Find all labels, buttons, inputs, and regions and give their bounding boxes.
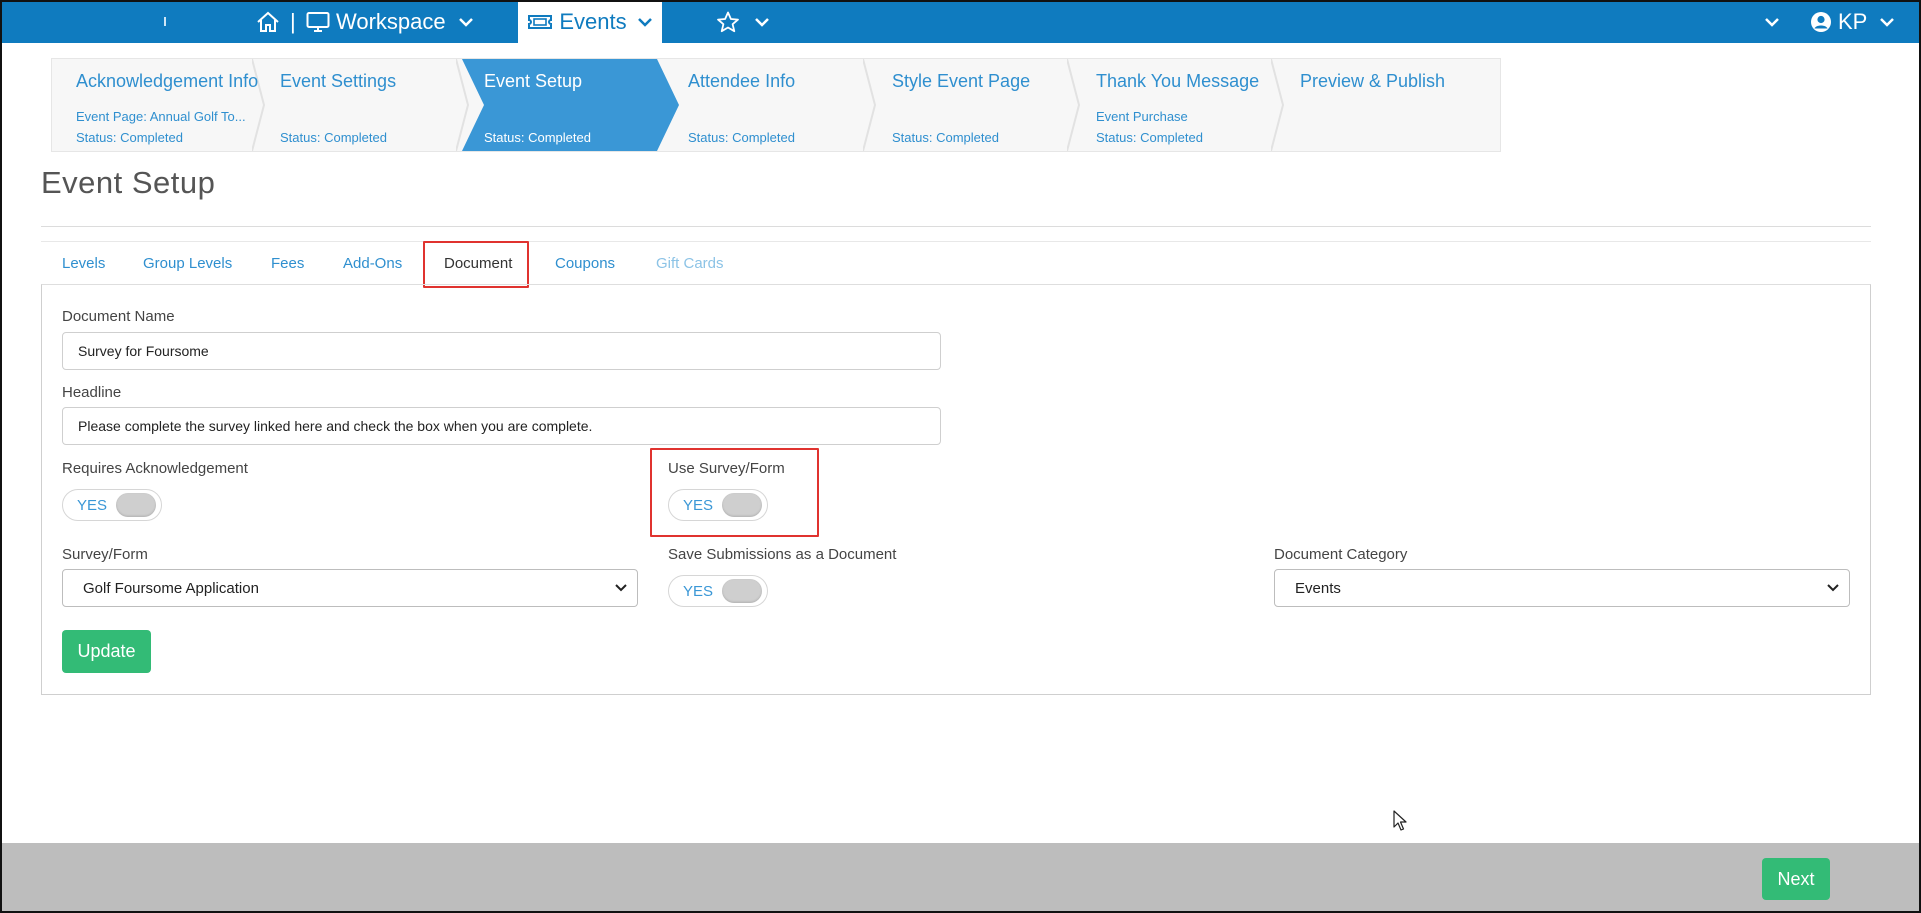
home-icon — [257, 11, 279, 32]
user-initials: KP — [1838, 8, 1868, 34]
step-title: Event Settings — [280, 71, 397, 91]
survey-form-select[interactable]: Golf Foursome Application — [62, 569, 638, 607]
events-label: Events — [559, 8, 627, 34]
requires-ack-toggle[interactable]: YES — [62, 489, 162, 521]
save-submissions-toggle[interactable]: YES — [668, 575, 768, 607]
toggle-knob — [722, 579, 762, 603]
step-title: Attendee Info — [688, 71, 796, 91]
tab-levels[interactable]: Levels — [62, 255, 105, 272]
tab-fees[interactable]: Fees — [271, 255, 304, 272]
survey-form-label: Survey/Form — [62, 546, 148, 563]
toggle-knob — [116, 493, 156, 517]
footer-bar — [0, 843, 1921, 913]
toggle-yes-text: YES — [77, 497, 108, 514]
page-title: Event Setup — [41, 165, 216, 200]
step-subtitle: Event Purchase — [1096, 109, 1188, 124]
doc-category-select[interactable]: Events — [1274, 569, 1850, 607]
chevron-down-icon — [637, 17, 652, 27]
step-status: Status: Completed — [688, 130, 795, 145]
wizard-step-thank-you-message[interactable]: Thank You Message Event Purchase Status:… — [1096, 59, 1286, 151]
more-menu-button[interactable] — [1764, 0, 1780, 43]
step-status: Status: Completed — [892, 130, 999, 145]
headline-input[interactable]: Please complete the survey linked here a… — [62, 407, 941, 445]
doc-category-selected: Events — [1295, 579, 1341, 597]
requires-ack-label: Requires Acknowledgement — [62, 460, 248, 477]
divider — [41, 241, 1871, 242]
chevron-down-icon — [1880, 17, 1895, 27]
chevron-down-icon — [755, 17, 769, 27]
events-menu[interactable]: Events — [518, 0, 662, 43]
tab-group-levels[interactable]: Group Levels — [143, 255, 232, 272]
setup-wizard-steps: Acknowledgement Info Event Page: Annual … — [51, 58, 1501, 152]
wizard-step-event-setup[interactable]: Event Setup Status: Completed — [484, 59, 664, 151]
step-status: Status: Completed — [76, 130, 183, 145]
tab-add-ons[interactable]: Add-Ons — [343, 255, 402, 272]
document-name-input[interactable]: Survey for Foursome — [62, 332, 941, 370]
favorites-menu[interactable] — [716, 0, 770, 43]
divider — [41, 226, 1871, 227]
step-subtitle: Event Page: Annual Golf To... — [76, 109, 246, 124]
star-icon — [717, 11, 739, 32]
step-title: Event Setup — [484, 71, 583, 91]
user-circle-icon — [1811, 11, 1831, 32]
document-name-label: Document Name — [62, 308, 175, 325]
wizard-step-attendee-info[interactable]: Attendee Info Status: Completed — [688, 59, 868, 151]
wizard-step-style-event-page[interactable]: Style Event Page Status: Completed — [892, 59, 1072, 151]
step-status: Status: Completed — [1096, 130, 1203, 145]
chevron-down-icon — [1827, 584, 1839, 592]
next-button[interactable]: Next — [1762, 858, 1830, 900]
chevron-down-icon — [458, 17, 473, 27]
highlight-box-use-survey — [650, 448, 819, 537]
mouse-cursor-icon — [1393, 810, 1407, 831]
tab-coupons[interactable]: Coupons — [555, 255, 615, 272]
user-menu[interactable]: KP — [1810, 0, 1895, 43]
chevron-down-icon — [1765, 17, 1779, 27]
monitor-icon — [306, 11, 330, 32]
toggle-yes-text: YES — [683, 583, 714, 600]
workspace-label: Workspace — [336, 8, 446, 34]
tab-gift-cards: Gift Cards — [656, 255, 724, 272]
survey-form-selected: Golf Foursome Application — [83, 579, 259, 597]
step-title: Acknowledgement Info — [76, 71, 259, 91]
step-title: Style Event Page — [892, 71, 1031, 91]
home-button[interactable] — [256, 0, 280, 43]
ticket-icon — [528, 14, 553, 29]
step-title: Thank You Message — [1096, 71, 1260, 91]
step-status: Status: Completed — [484, 130, 591, 145]
save-submissions-label: Save Submissions as a Document — [668, 546, 897, 563]
workspace-menu[interactable]: Workspace — [306, 0, 474, 43]
headline-label: Headline — [62, 384, 122, 401]
wizard-step-event-settings[interactable]: Event Settings Status: Completed — [280, 59, 460, 151]
step-status: Status: Completed — [280, 130, 387, 145]
wizard-step-acknowledgement-info[interactable]: Acknowledgement Info Event Page: Annual … — [76, 59, 259, 151]
chevron-down-icon — [615, 584, 627, 592]
top-navigation-bar: | Workspace Events KP — [0, 0, 1921, 43]
highlight-box-document-tab — [423, 241, 529, 288]
update-button[interactable]: Update — [62, 630, 151, 673]
doc-category-label: Document Category — [1274, 546, 1408, 563]
nav-separator: | — [290, 8, 296, 34]
wizard-step-preview-publish[interactable]: Preview & Publish — [1300, 59, 1490, 151]
step-title: Preview & Publish — [1300, 71, 1446, 91]
logo-fragment — [164, 17, 166, 26]
